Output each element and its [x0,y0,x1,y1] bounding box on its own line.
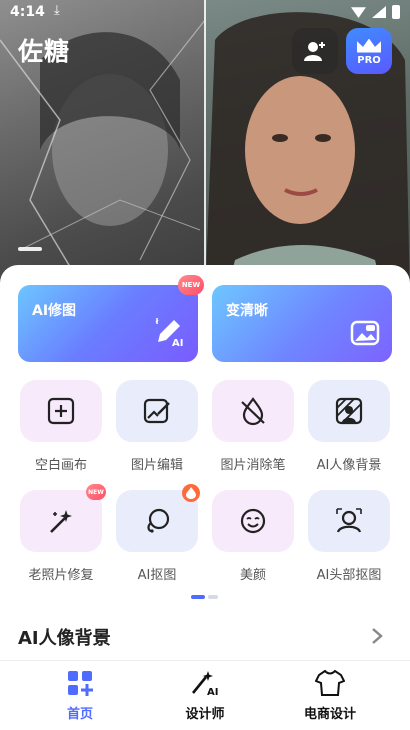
status-time: 4:14 [10,4,45,20]
ai-cutout-tile[interactable] [116,484,200,552]
pager-dot-active [191,595,205,599]
svg-text:AI: AI [207,687,218,697]
tshirt-icon [315,669,345,696]
svg-text:AI: AI [172,338,183,348]
lasso-icon [147,508,170,533]
compare-divider[interactable] [204,0,206,300]
add-square-icon [47,397,75,425]
portrait-bg-tile[interactable] [308,380,390,442]
portrait-background-icon [335,397,363,425]
beauty-label: 美颜 [239,568,266,583]
image-edit-icon [143,398,170,424]
beauty-face-icon [240,508,266,534]
signal-icon [372,6,386,18]
ai-cutout-label: AI抠图 [137,568,177,583]
hd-image-icon [350,320,380,346]
pro-label: PRO [357,54,381,66]
chevron-right-icon[interactable] [370,627,384,645]
ai-brush-icon: AI [191,671,218,697]
pager-dot [208,595,218,599]
head-cutout-label: AI头部抠图 [316,568,382,583]
download-icon: ⤓ [54,3,60,18]
new-badge: NEW [178,275,204,295]
portrait-bg-label: AI人像背景 [316,458,382,473]
app-brand: 佐糖 [18,37,71,66]
hot-fire-icon [182,484,200,502]
add-user-icon [304,42,325,61]
tools-pager [191,595,218,599]
home-grid-icon [68,671,93,696]
enhance-card[interactable]: 变清晰 [212,285,392,362]
ai-pen-icon: AI [155,318,183,348]
account-button[interactable] [292,28,338,74]
old-photo-repair-tile[interactable]: NEW [20,484,106,552]
head-cutout-icon [336,508,362,533]
crown-icon [357,38,381,53]
blank-canvas-label: 空白画布 [34,458,87,473]
blank-canvas-tile[interactable] [20,380,102,442]
enhance-label: 变清晰 [226,303,268,319]
banner-dot [18,247,42,251]
status-bar: 4:14 ⤓ [0,0,410,28]
droplet-eraser-icon [241,397,265,426]
beauty-tile[interactable] [212,490,294,552]
bottom-nav: 首页 AI 设计师 电商设计 [0,660,410,730]
image-edit-label: 图片编辑 [130,458,183,473]
nav-designer[interactable]: AI 设计师 [160,669,250,722]
ai-retouch-card[interactable]: AI修图 NEW AI [18,275,204,362]
nav-home-label: 首页 [66,707,93,722]
head-cutout-tile[interactable] [308,490,390,552]
ai-retouch-label: AI修图 [32,303,77,319]
wifi-icon [351,7,366,18]
image-edit-tile[interactable] [116,380,198,442]
eraser-label: 图片消除笔 [220,458,286,473]
nav-home[interactable]: 首页 [35,669,125,722]
old-photo-repair-label: 老照片修复 [28,568,94,583]
nav-ecommerce-label: 电商设计 [303,707,356,722]
pro-button[interactable]: PRO [346,28,392,74]
nav-designer-label: 设计师 [185,707,225,722]
battery-icon [392,5,400,19]
nav-ecommerce[interactable]: 电商设计 [285,669,375,722]
hero-banner[interactable]: 4:14 ⤓ 佐糖 PRO [0,0,410,300]
new-badge: NEW [86,484,106,500]
eraser-tile[interactable] [212,380,294,442]
section-title[interactable]: AI人像背景 [18,624,111,650]
banner-indicator [18,247,42,251]
magic-wand-icon [50,510,72,533]
